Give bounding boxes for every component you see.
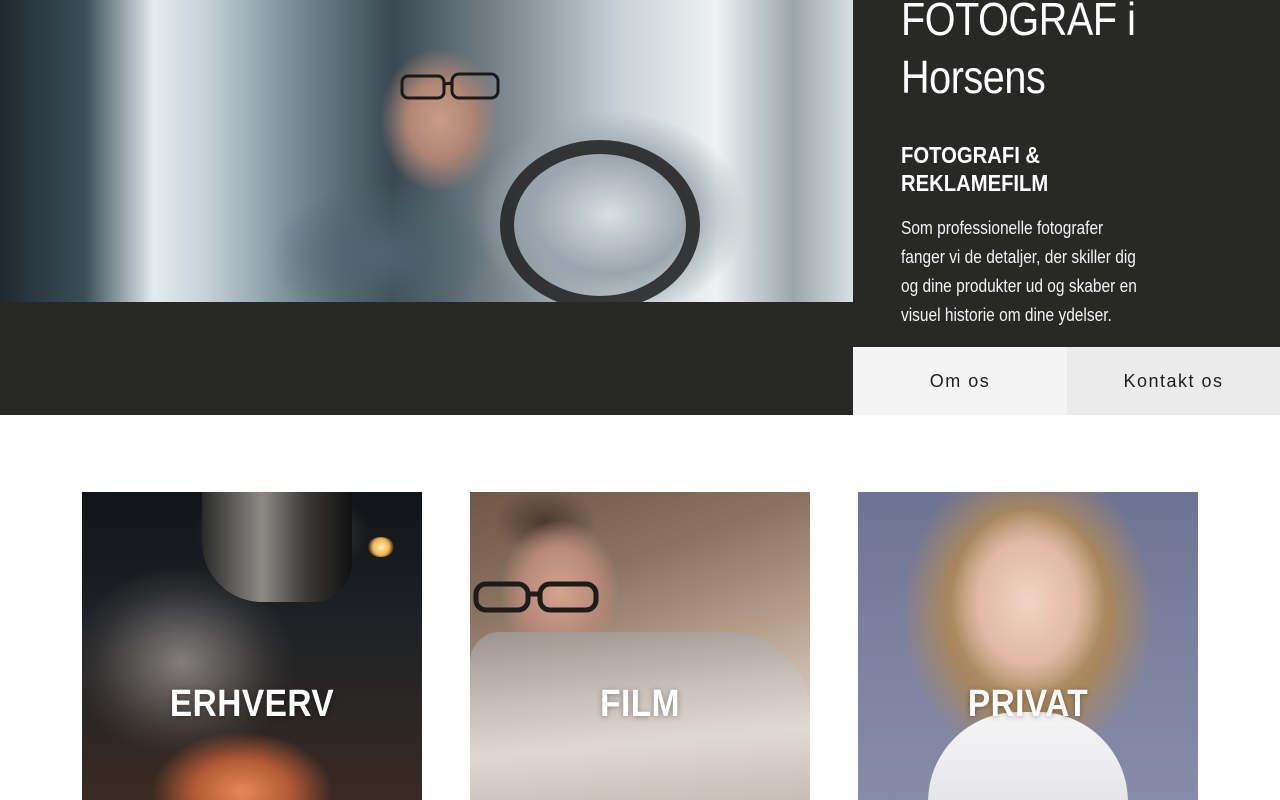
contact-us-button[interactable]: Kontakt os xyxy=(1067,347,1280,415)
category-label-erhverv: ERHVERV xyxy=(169,683,335,725)
category-label-film: FILM xyxy=(600,683,680,725)
machine-nozzle-detail xyxy=(202,492,352,602)
glasses-detail xyxy=(400,72,500,100)
category-label-privat: PRIVAT xyxy=(967,683,1089,725)
category-cards: ERHVERV FILM PRIVAT xyxy=(0,492,1280,800)
hero-photo-machinist xyxy=(0,0,853,302)
hero-subtitle-line-2: REKLAMEFILM xyxy=(901,170,1049,196)
page-title-line-2: Horsens xyxy=(901,51,1046,103)
about-us-button[interactable]: Om os xyxy=(853,347,1067,415)
category-card-erhverv[interactable]: ERHVERV xyxy=(82,492,422,800)
category-card-film[interactable]: FILM xyxy=(470,492,810,800)
glasses-detail xyxy=(473,581,599,613)
hero-section: FOTOGRAF i Horsens FOTOGRAFI & REKLAMEFI… xyxy=(0,0,1280,415)
hero-subtitle: FOTOGRAFI & REKLAMEFILM xyxy=(901,141,1095,197)
page-title-line-1: FOTOGRAF i xyxy=(901,0,1136,45)
flame-detail xyxy=(368,537,394,557)
category-card-privat[interactable]: PRIVAT xyxy=(858,492,1198,800)
page-title: FOTOGRAF i Horsens xyxy=(901,0,1185,106)
machine-tube-detail xyxy=(500,140,700,302)
hero-subtitle-line-1: FOTOGRAFI & xyxy=(901,142,1041,168)
hero-description: Som professionelle fotografer fanger vi … xyxy=(901,218,1137,325)
